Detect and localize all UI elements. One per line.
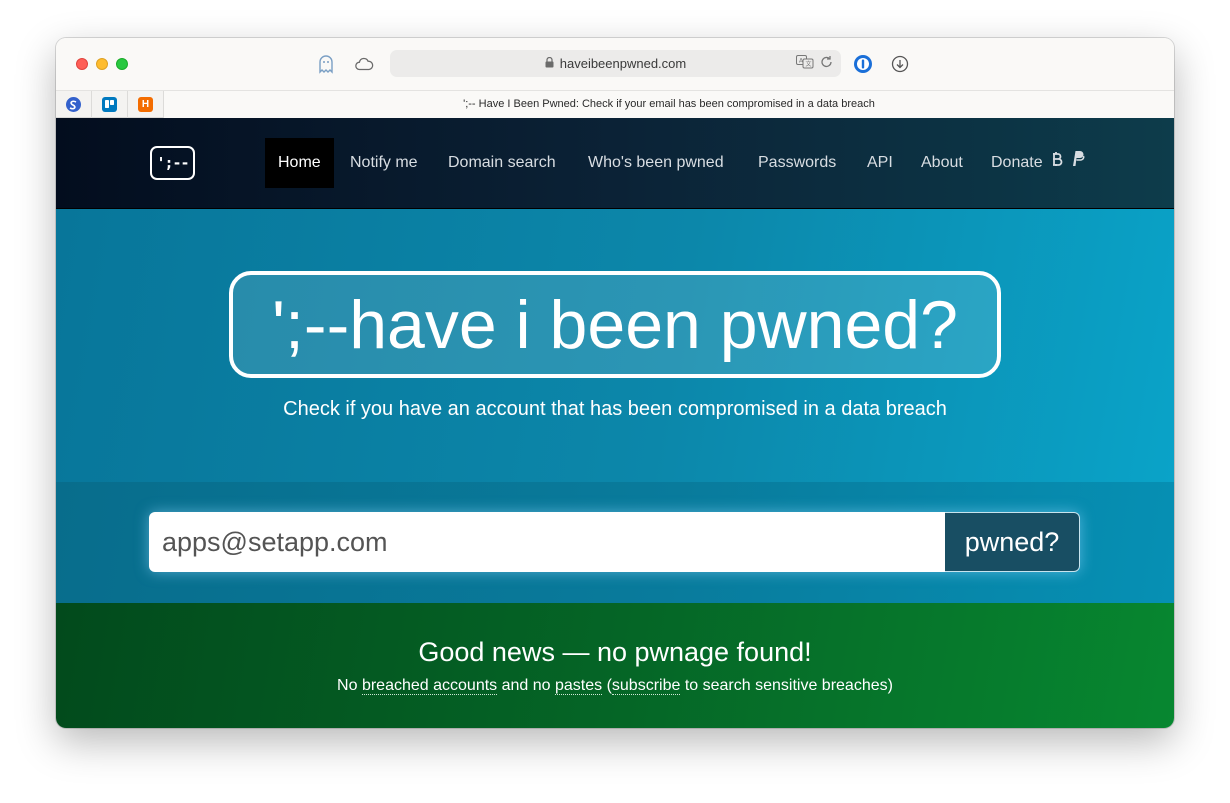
harvest-icon: H bbox=[138, 97, 153, 112]
browser-toolbar: haveibeenpwned.com A文 bbox=[56, 38, 1174, 90]
result-text: No breached accounts and no pastes (subs… bbox=[56, 677, 1174, 695]
result-text-part: ( bbox=[602, 677, 612, 694]
close-window-button[interactable] bbox=[76, 58, 88, 70]
nav-home[interactable]: Home bbox=[265, 138, 334, 188]
reload-icon[interactable] bbox=[820, 55, 833, 72]
search-form: pwned? bbox=[149, 512, 1080, 572]
browser-window: haveibeenpwned.com A文 H ';-- Have I Been… bbox=[56, 38, 1174, 728]
hero-subtitle: Check if you have an account that has be… bbox=[283, 398, 947, 420]
nav-passwords[interactable]: Passwords bbox=[745, 138, 849, 188]
result-text-part: No bbox=[337, 677, 362, 694]
nav-domain-search[interactable]: Domain search bbox=[435, 138, 569, 188]
nav-api[interactable]: API bbox=[854, 138, 906, 188]
hero-section: ';--have i been pwned? Check if you have… bbox=[56, 209, 1174, 482]
subscribe-link[interactable]: subscribe bbox=[611, 677, 681, 695]
ghost-icon[interactable] bbox=[316, 54, 336, 74]
address-bar[interactable]: haveibeenpwned.com A文 bbox=[390, 50, 841, 77]
download-icon[interactable] bbox=[890, 54, 910, 74]
result-section: Good news — no pwnage found! No breached… bbox=[56, 603, 1174, 728]
result-text-part: and no bbox=[497, 677, 555, 694]
nav-donate[interactable]: Donate bbox=[978, 138, 1098, 188]
translate-icon[interactable]: A文 bbox=[796, 55, 814, 72]
result-text-part: to search sensitive breaches) bbox=[680, 677, 893, 694]
tab-bar: H ';-- Have I Been Pwned: Check if your … bbox=[56, 90, 1174, 118]
paypal-icon bbox=[1070, 138, 1085, 188]
hero-title: ';--have i been pwned? bbox=[229, 271, 1001, 378]
pinned-tab-trello[interactable] bbox=[92, 91, 128, 118]
site-navbar: ';-- Home Notify me Domain search Who's … bbox=[56, 118, 1174, 209]
password-manager-icon[interactable] bbox=[853, 54, 873, 74]
site-logo[interactable]: ';-- bbox=[150, 146, 195, 180]
fullscreen-window-button[interactable] bbox=[116, 58, 128, 70]
result-title: Good news — no pwnage found! bbox=[418, 637, 812, 667]
url-text: haveibeenpwned.com bbox=[559, 56, 687, 71]
simplenote-icon bbox=[66, 97, 81, 112]
nav-notify-me[interactable]: Notify me bbox=[337, 138, 431, 188]
nav-donate-label: Donate bbox=[991, 154, 1043, 172]
pwned-search-button[interactable]: pwned? bbox=[945, 512, 1080, 572]
svg-text:文: 文 bbox=[806, 60, 812, 68]
minimize-window-button[interactable] bbox=[96, 58, 108, 70]
account-search-input[interactable] bbox=[149, 512, 945, 572]
pinned-tab-harvest[interactable]: H bbox=[128, 91, 164, 118]
nav-about[interactable]: About bbox=[908, 138, 976, 188]
lock-icon bbox=[545, 56, 554, 71]
active-tab-title[interactable]: ';-- Have I Been Pwned: Check if your em… bbox=[164, 91, 1174, 118]
cloud-icon[interactable] bbox=[354, 54, 374, 74]
breached-accounts-link[interactable]: breached accounts bbox=[361, 677, 498, 695]
pastes-link[interactable]: pastes bbox=[554, 677, 603, 695]
pinned-tab-simplenote[interactable] bbox=[56, 91, 92, 118]
trello-icon bbox=[102, 97, 117, 112]
bitcoin-icon bbox=[1051, 138, 1063, 188]
nav-whos-been-pwned[interactable]: Who's been pwned bbox=[575, 138, 737, 188]
search-section: pwned? bbox=[56, 482, 1174, 603]
